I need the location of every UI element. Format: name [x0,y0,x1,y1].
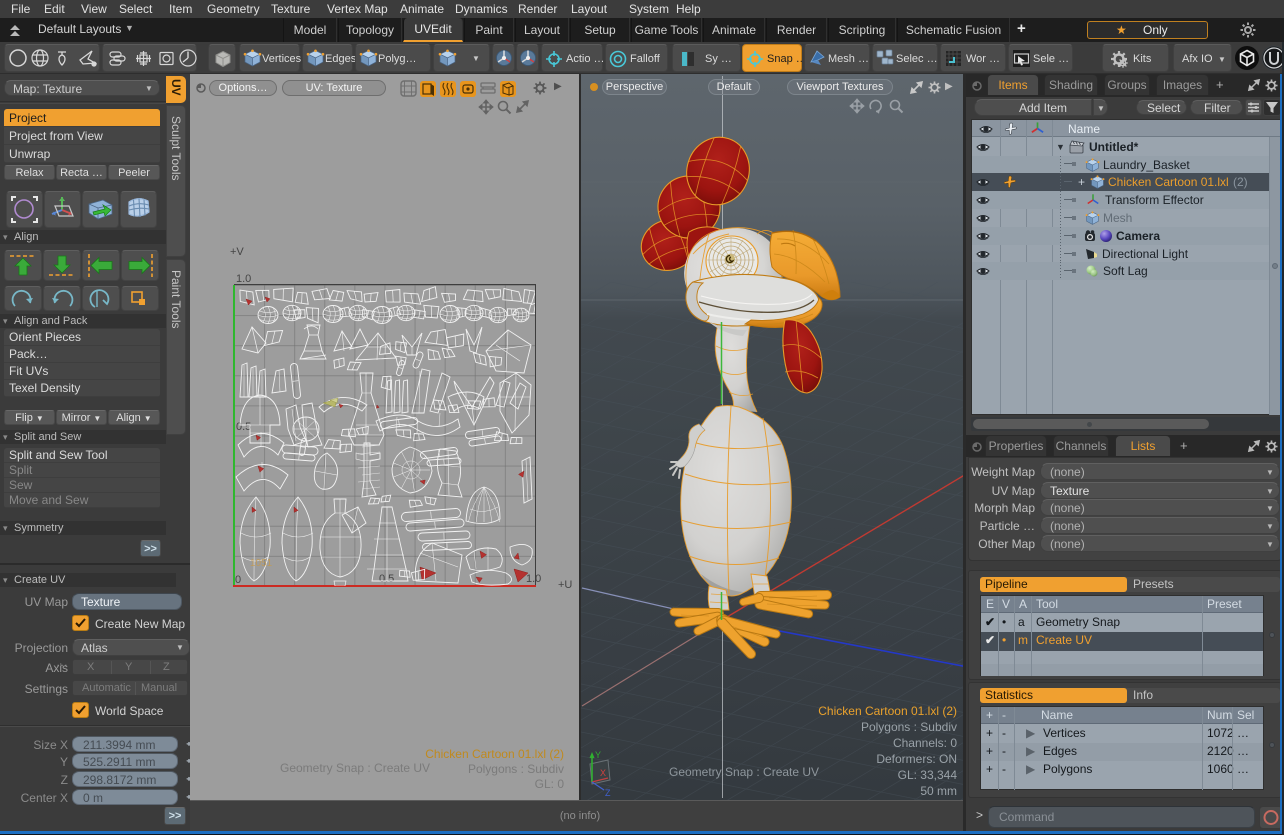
svg-text:Y: Y [595,750,601,760]
svg-text:X: X [600,768,606,778]
svg-text:Z: Z [605,788,611,798]
